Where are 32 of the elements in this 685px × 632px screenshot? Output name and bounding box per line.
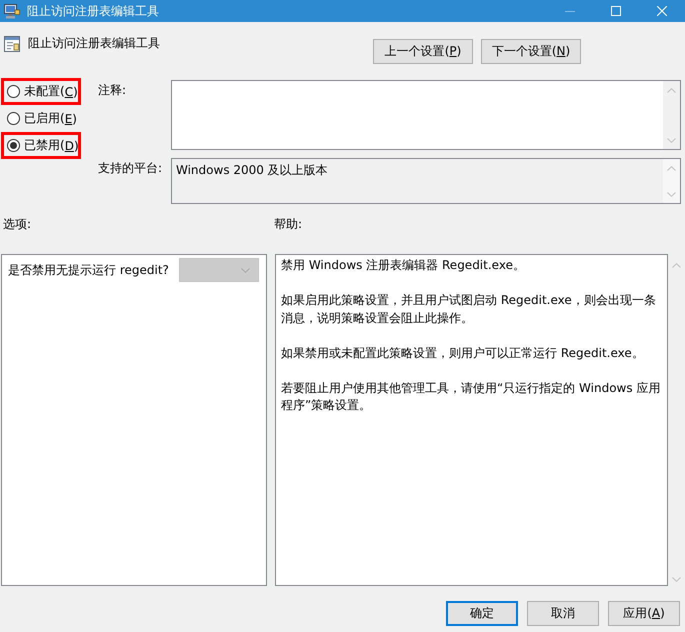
dialog-button[interactable]: 取消 <box>527 601 599 626</box>
help-paragraph: 若要阻止用户使用其他管理工具，请使用“只运行指定的 Windows 应用程序”策略设置。 <box>281 380 662 414</box>
help-paragraph: 如果禁用或未配置此策略设置，则用户可以正常运行 Regedit.exe。 <box>281 344 645 362</box>
chevron-up-icon <box>667 88 676 93</box>
comment-field[interactable] <box>171 80 681 150</box>
dialog-button[interactable]: 确定 <box>446 601 518 626</box>
setting-nav-button[interactable]: 下一个设置(N) <box>481 39 581 64</box>
help-paragraph: 如果启用此策略设置，并且用户试图启动 Regedit.exe，则会出现一条消息，说明策略设置会阻止此操作。 <box>281 292 657 326</box>
chevron-down-icon <box>667 138 676 143</box>
comment-label: 注释: <box>97 82 128 98</box>
help-paragraph: 禁用 Windows 注册表编辑器 Regedit.exe。 <box>281 257 526 274</box>
computer-icon <box>4 4 20 18</box>
dialog-button[interactable]: 应用(A) <box>608 601 680 626</box>
caret-icon <box>241 268 250 272</box>
radio-option[interactable]: 未配置(C) <box>1 78 81 105</box>
options-label: 选项: <box>2 216 32 233</box>
radio-option[interactable]: 已禁用(D) <box>1 132 81 159</box>
chevron-up-icon[interactable] <box>672 263 681 268</box>
scrollbar[interactable] <box>663 81 680 149</box>
help-label: 帮助: <box>274 216 302 233</box>
scrollbar[interactable] <box>663 159 680 203</box>
setting-title: 阻止访问注册表编辑工具 <box>28 35 160 51</box>
radio-option[interactable]: 已启用(E) <box>1 105 81 132</box>
window-title: 阻止访问注册表编辑工具 <box>27 3 159 19</box>
chevron-down-icon <box>667 192 676 197</box>
window-icon <box>4 36 20 52</box>
platform-label: 支持的平台: <box>97 160 164 176</box>
option-label: 是否禁用无提示运行 regedit? <box>8 262 169 278</box>
chevron-up-icon <box>667 166 676 171</box>
setting-nav-button[interactable]: 上一个设置(P) <box>373 39 473 64</box>
chevron-down-icon[interactable] <box>672 577 681 582</box>
platform-text: Windows 2000 及以上版本 <box>175 162 329 179</box>
